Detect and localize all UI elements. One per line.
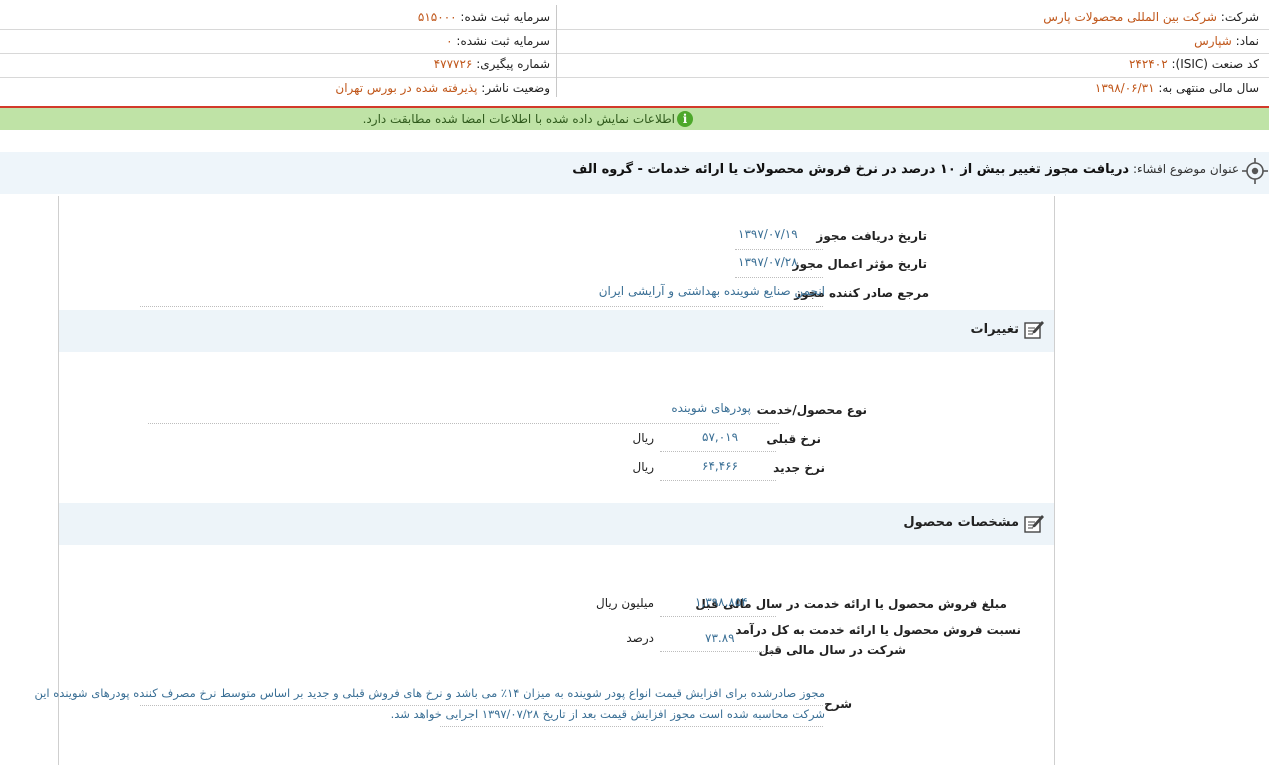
edit-note-icon (1024, 321, 1044, 339)
subject-label: عنوان موضوع افشاء: (1132, 162, 1239, 176)
capital-unregistered-value: ۰ (446, 34, 453, 48)
received-date-label: تاریخ دریافت مجوز (816, 229, 927, 243)
info-icon: i (677, 111, 693, 127)
product-type-underline (148, 423, 779, 424)
edit-note-icon (1024, 515, 1044, 533)
tracking-number-field: شماره پیگیری: ۴۷۷۷۲۶ (434, 57, 550, 71)
capital-registered-field: سرمایه ثبت شده: ۵۱۵۰۰۰ (418, 10, 550, 24)
isic-value: ۲۴۲۴۰۲ (1128, 57, 1168, 71)
sales-ratio-label-line1: نسبت فروش محصول یا ارائه خدمت به کل درآم… (735, 623, 1021, 637)
prev-rate-label: نرخ قبلی (766, 432, 821, 446)
prev-rate-underline (660, 451, 776, 452)
publisher-status-value: پذیرفته شده در بورس تهران (335, 81, 478, 95)
symbol-field: نماد: شپارس (1194, 34, 1259, 48)
description-label: شرح (824, 697, 852, 711)
issuer-underline (140, 306, 823, 307)
tracking-number-label: شماره پیگیری: (476, 57, 550, 71)
header-row-4 (0, 77, 1269, 101)
new-rate-underline (660, 480, 776, 481)
isic-label: کد صنعت (ISIC): (1171, 57, 1259, 71)
prev-rate-value: ۵۷,۰۱۹ (702, 430, 739, 444)
description-line-2: شرکت محاسبه شده است مجوز افزایش قیمت بعد… (390, 707, 825, 721)
publisher-status-field: وضعیت ناشر: پذیرفته شده در بورس تهران (335, 81, 550, 95)
subject-title: دریافت مجوز تغییر بیش از ۱۰ درصد در نرخ … (572, 162, 1130, 177)
capital-registered-value: ۵۱۵۰۰۰ (417, 10, 457, 24)
effective-date-underline (735, 277, 823, 278)
sales-amount-unit: میلیون ریال (596, 596, 654, 610)
symbol-value[interactable]: شپارس (1194, 34, 1232, 48)
target-icon (1242, 158, 1268, 184)
sales-ratio-label-line2: شرکت در سال مالی قبل (758, 643, 907, 657)
sales-ratio-underline (660, 651, 776, 652)
sales-amount-underline (660, 616, 776, 617)
prev-rate-unit: ریال (632, 431, 654, 445)
product-type-label: نوع محصول/خدمت (756, 403, 867, 417)
specs-section-title: مشخصات محصول (903, 515, 1019, 530)
tracking-number-value: ۴۷۷۷۲۶ (433, 57, 473, 71)
sales-ratio-unit: درصد (626, 631, 654, 645)
fiscal-year-value: ۱۳۹۸/۰۶/۳۱ (1094, 81, 1155, 95)
changes-section-title: تغییرات (970, 322, 1019, 337)
header-row-3 (0, 53, 1269, 78)
header-row-2 (0, 29, 1269, 54)
card-left-border (58, 196, 59, 765)
verification-notice-text: اطلاعات نمایش داده شده با اطلاعات امضا ش… (362, 112, 675, 126)
capital-unregistered-field: سرمایه ثبت نشده: ۰ (446, 34, 550, 48)
subject-heading: عنوان موضوع افشاء: دریافت مجوز تغییر بیش… (572, 162, 1239, 177)
effective-date-value: ۱۳۹۷/۰۷/۲۸ (738, 255, 798, 269)
symbol-label: نماد: (1235, 34, 1259, 48)
effective-date-label: تاریخ مؤثر اعمال مجوز (792, 257, 927, 271)
isic-field: کد صنعت (ISIC): ۲۴۲۴۰۲ (1129, 57, 1259, 71)
company-field: شرکت: شرکت بین المللی محصولات پارس (1043, 10, 1259, 24)
new-rate-unit: ریال (632, 460, 654, 474)
new-rate-value: ۶۴,۴۶۶ (702, 459, 739, 473)
sales-ratio-value: ۷۳.۸۹ (705, 631, 735, 645)
company-label: شرکت: (1220, 10, 1259, 24)
capital-registered-label: سرمایه ثبت شده: (460, 10, 550, 24)
card-right-border (1054, 196, 1055, 765)
received-date-value: ۱۳۹۷/۰۷/۱۹ (738, 227, 798, 241)
issuer-value: انجمن صنایع شوینده بهداشتی و آرایشی ایرا… (598, 284, 825, 298)
description-underline-2 (440, 726, 823, 727)
sales-amount-value: ۱,۳۹۸,۸۵۴ (695, 595, 748, 609)
changes-section-bar (59, 310, 1054, 352)
company-value[interactable]: شرکت بین المللی محصولات پارس (1043, 10, 1217, 24)
publisher-status-label: وضعیت ناشر: (481, 81, 550, 95)
header-column-divider (556, 5, 557, 97)
description-underline-1 (140, 705, 823, 706)
product-type-value: پودرهای شوینده (671, 401, 751, 415)
new-rate-label: نرخ جدید (773, 461, 825, 475)
fiscal-year-field: سال مالی منتهی به: ۱۳۹۸/۰۶/۳۱ (1095, 81, 1259, 95)
description-line-1: مجوز صادرشده برای افزایش قیمت انواع پودر… (34, 686, 825, 700)
capital-unregistered-label: سرمایه ثبت نشده: (456, 34, 550, 48)
fiscal-year-label: سال مالی منتهی به: (1158, 81, 1259, 95)
received-date-underline (735, 249, 823, 250)
